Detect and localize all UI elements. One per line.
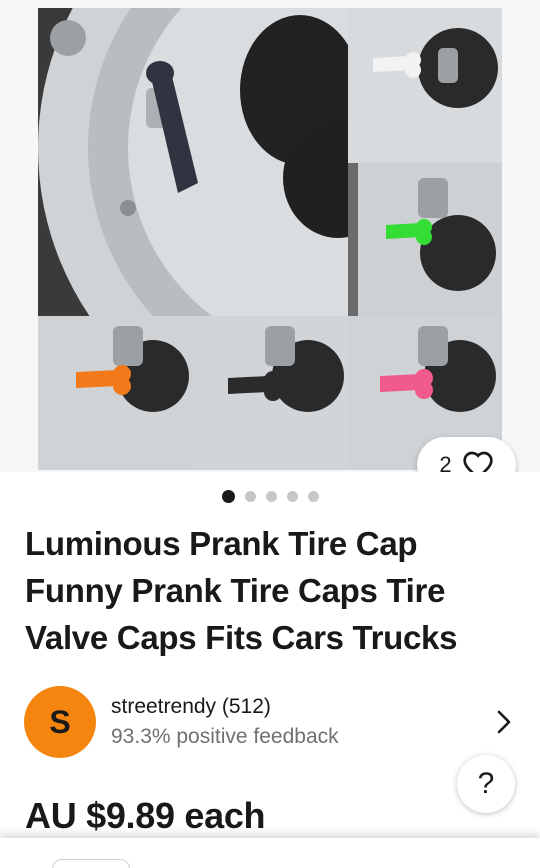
- pagination-dot[interactable]: [244, 491, 256, 502]
- product-image[interactable]: [38, 8, 502, 470]
- favorite-count: 2: [439, 452, 452, 472]
- pagination-dot[interactable]: [221, 490, 235, 503]
- chevron-right-icon: [497, 710, 511, 734]
- pagination-dot[interactable]: [307, 491, 319, 502]
- heart-icon: [462, 451, 493, 472]
- seller-feedback: 93.3% positive feedback: [111, 725, 339, 748]
- wheel-photo-white-cap: [348, 8, 502, 163]
- wheel-photo-main: [38, 8, 348, 316]
- gallery-pagination: [0, 490, 540, 503]
- seller-info: streetrendy (512) 93.3% positive feedbac…: [111, 692, 494, 752]
- pagination-dot[interactable]: [265, 491, 277, 502]
- watchlist-button[interactable]: 2: [417, 437, 516, 472]
- avatar: S: [24, 686, 96, 758]
- bottom-tab[interactable]: [52, 859, 130, 868]
- wheel-photo-green-cap: [358, 163, 502, 316]
- wheel-photo-orange-cap: [38, 316, 193, 470]
- help-icon: ?: [477, 767, 495, 800]
- image-gallery[interactable]: 2: [0, 0, 540, 472]
- seller-row[interactable]: S streetrendy (512) 93.3% positive feedb…: [24, 686, 524, 758]
- help-button[interactable]: ?: [457, 755, 515, 813]
- item-price: AU $9.89 each: [25, 795, 266, 836]
- wheel-photo-black-cap: [193, 316, 348, 470]
- seller-name: streetrendy (512): [111, 695, 271, 718]
- bottom-bar: [0, 838, 540, 868]
- pagination-dot[interactable]: [286, 491, 298, 502]
- product-title: Luminous Prank Tire Cap Funny Prank Tire…: [25, 525, 458, 656]
